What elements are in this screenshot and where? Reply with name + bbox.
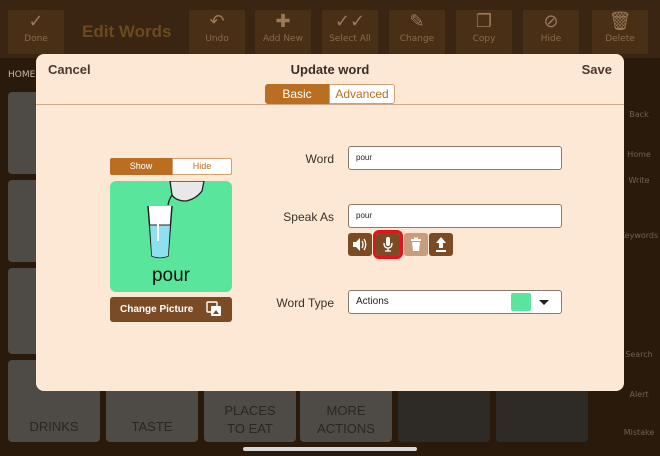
check-icon: ✓: [28, 11, 44, 32]
record-button[interactable]: [373, 230, 403, 259]
delete-button[interactable]: 🗑 Delete: [592, 10, 648, 54]
page-title: Edit Words: [82, 22, 172, 41]
image-swap-icon: [206, 301, 222, 320]
copy-button[interactable]: ❐ Copy: [456, 10, 512, 54]
tab-basic[interactable]: Basic: [265, 84, 329, 104]
hide-icon: ⊘: [543, 11, 559, 32]
side-nav-alert[interactable]: Alert: [618, 390, 660, 399]
word-type-color-swatch: [511, 293, 531, 311]
change-picture-label: Change Picture: [120, 304, 194, 315]
breadcrumb[interactable]: HOME: [8, 70, 35, 80]
microphone-icon: [383, 237, 393, 252]
plus-icon: ✚: [275, 11, 291, 32]
tab-advanced[interactable]: Advanced: [329, 84, 395, 104]
side-nav-keywords[interactable]: Keywords: [618, 231, 660, 240]
side-nav-back[interactable]: Back: [618, 110, 660, 119]
side-nav-search[interactable]: Search: [618, 350, 660, 359]
add-new-button[interactable]: ✚ Add New: [255, 10, 311, 54]
chevron-down-icon: [539, 300, 549, 305]
speak-as-input[interactable]: pour: [348, 204, 562, 228]
dialog-title: Update word: [290, 62, 370, 77]
word-input[interactable]: pour: [348, 146, 562, 170]
home-indicator: [243, 447, 417, 451]
undo-icon: ↶: [209, 11, 225, 32]
upload-recording-button[interactable]: [429, 233, 453, 256]
top-toolbar: ✓ Done Edit Words ↶ Undo ✚ Add New ✓✓ Se…: [0, 0, 660, 58]
hide-button[interactable]: ⊘ Hide: [523, 10, 579, 54]
trash-icon: 🗑: [608, 11, 632, 32]
save-button[interactable]: Save: [582, 62, 612, 77]
hide-toggle[interactable]: Hide: [172, 158, 232, 175]
tab-divider: [36, 104, 624, 105]
speak-as-label: Speak As: [283, 210, 334, 224]
double-check-icon: ✓✓: [334, 11, 366, 32]
side-nav-home[interactable]: Home: [618, 150, 660, 159]
tile-label: TASTE: [131, 419, 173, 434]
done-button[interactable]: ✓ Done: [8, 10, 64, 54]
play-sound-button[interactable]: [348, 233, 372, 256]
trash-icon: [411, 237, 421, 251]
change-button[interactable]: ✎ Change: [389, 10, 445, 54]
tile-label: DRINKS: [29, 419, 79, 434]
update-word-dialog: Cancel Update word Save Basic Advanced S…: [36, 54, 624, 391]
change-picture-button[interactable]: Change Picture: [110, 297, 232, 322]
speaker-icon: [353, 238, 367, 251]
select-all-button[interactable]: ✓✓ Select All: [322, 10, 378, 54]
word-type-select[interactable]: Actions: [348, 290, 562, 314]
word-picture[interactable]: pour: [110, 181, 232, 292]
word-type-label: Word Type: [276, 296, 334, 310]
tile-label: MORE ACTIONS: [317, 403, 375, 436]
picture-caption: pour: [151, 265, 191, 286]
upload-icon: [436, 237, 446, 252]
pencil-icon: ✎: [409, 11, 425, 32]
side-nav-write[interactable]: Write: [618, 176, 660, 185]
delete-recording-button[interactable]: [404, 233, 428, 256]
word-type-value: Actions: [356, 296, 389, 307]
side-nav-mistake[interactable]: Mistake: [618, 428, 660, 437]
copy-icon: ❐: [475, 11, 493, 32]
word-label: Word: [305, 152, 334, 166]
show-toggle[interactable]: Show: [110, 158, 172, 175]
tile-label: PLACES TO EAT: [224, 403, 276, 436]
dialog-header: Cancel Update word Save: [36, 54, 624, 84]
undo-button[interactable]: ↶ Undo: [189, 10, 245, 54]
